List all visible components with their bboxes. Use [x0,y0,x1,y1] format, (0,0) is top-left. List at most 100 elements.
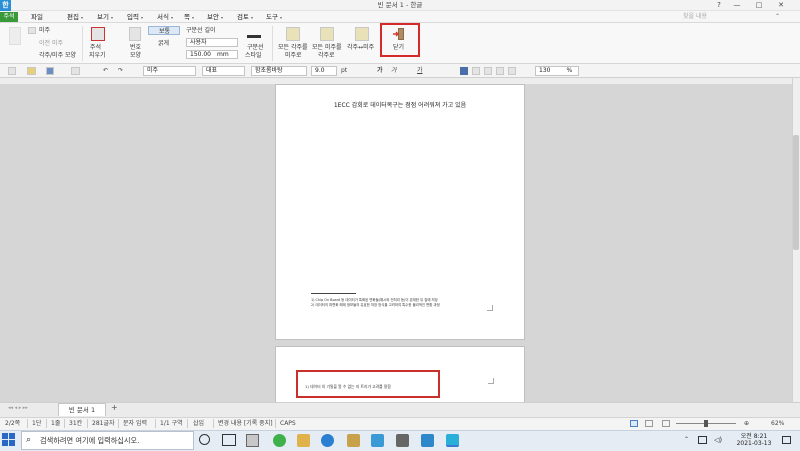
close-window-button[interactable]: ✕ [773,0,789,11]
add-tab-button[interactable]: + [111,403,118,412]
underline-button[interactable]: 가 [417,66,423,76]
delete-note-label[interactable]: 주석 [90,44,101,51]
menu-search-input[interactable]: 찾을 내용 [683,12,735,22]
all-endnotes-to-footnotes-button[interactable]: 모든 미주를 [312,44,342,51]
clock-date[interactable]: 2021-03-13 [731,440,777,447]
chevron-down-icon: ▾ [170,15,173,20]
ribbon-collapse-icon[interactable]: ⌃ [775,12,780,22]
zoom-percentage[interactable]: 62% [771,417,784,430]
redo-icon[interactable]: ↷ [118,66,123,76]
save-icon[interactable] [46,67,54,75]
status-insert-mode[interactable]: 삽입 [193,417,204,430]
status-line: 1줄 [51,420,61,427]
bold-line-option[interactable]: 굵게 [158,40,169,47]
align-distribute-icon[interactable] [508,67,516,75]
all-footnotes-to-endnotes-button[interactable]: 모든 각주를 [278,44,308,51]
menu-format[interactable]: 서식 ▾ [157,11,173,23]
font-size-unit[interactable]: pt [341,66,347,76]
undo-icon[interactable]: ↶ [103,66,108,76]
chevron-down-icon: ▾ [279,15,282,20]
separator-size-input[interactable]: 150.00 mm [186,50,238,59]
menu-security[interactable]: 보안 ▾ [207,11,223,23]
endnote-icon [28,27,36,34]
delete-note-label-2[interactable]: 지우기 [89,52,106,59]
app-icon-3[interactable] [371,434,384,447]
font-size-input[interactable]: 9.0 [311,66,337,76]
menu-edit[interactable]: 편집 ▾ [67,11,83,23]
app-icon-4[interactable] [421,434,434,447]
tab-nav-arrows-icon[interactable]: ◂◂ ◂ ▸ ▸▸ [8,405,28,411]
align-right-icon[interactable] [484,67,492,75]
chrome-icon[interactable] [273,434,286,447]
italic-button[interactable]: 가 [391,66,397,76]
swap-footnote-endnote-button[interactable]: 각주↔미주 [347,44,374,51]
font-select[interactable]: 함초롬바탕 [251,66,307,76]
menu-tools[interactable]: 도구 ▾ [266,11,282,23]
page2-endnote[interactable]: 1) 데이터 의 기밀을 알 수 없는 지 트리가 고려를 말함 [305,384,391,390]
clock-time[interactable]: 오전 8:21 [737,431,771,440]
hancom-taskbar-icon[interactable] [446,434,459,447]
note-shape-button[interactable]: 각주/미주 모양 [39,52,76,59]
align-left-icon[interactable] [472,67,480,75]
all-footnotes-to-endnotes-label[interactable]: 미주로 [285,52,302,59]
endnote-button[interactable]: 미주 [39,27,50,34]
bold-button[interactable]: 가 [377,66,383,76]
status-input-mode[interactable]: 문자 입력 [123,417,147,430]
separator-style-label[interactable]: 구분선 [247,44,264,51]
fullscreen-view-icon[interactable] [662,420,670,427]
status-page[interactable]: 2/2쪽 [5,417,20,430]
help-icon[interactable]: ? [711,0,727,11]
menu-file[interactable]: 파일 [31,11,43,23]
menu-review[interactable]: 검토 ▾ [237,11,253,23]
delete-note-icon [91,27,105,41]
align-justify-icon[interactable] [460,67,468,75]
number-shape-label[interactable]: 번호 [130,44,141,51]
normal-view-icon[interactable] [630,420,638,427]
footnote-to-endnote-icon [286,27,300,41]
print-icon[interactable] [71,67,80,75]
app-icon-1[interactable] [246,434,259,447]
footnote-2[interactable]: 2) 데이터의 파편화 해제 정보들의 유효한 저장 방식을 고려하여 특수한 … [311,302,440,307]
zoom-slider-handle[interactable] [704,420,708,427]
status-section: 1단 [32,420,42,427]
menu-insert[interactable]: 입력 ▾ [127,11,143,23]
cortana-icon[interactable] [199,434,210,445]
file-explorer-icon[interactable] [297,434,310,447]
number-shape-label-2[interactable]: 모양 [130,52,141,59]
maximize-button[interactable]: □ [751,0,767,11]
annotation-badge[interactable]: 주석 [0,12,18,22]
status-track-changes[interactable]: 변경 내용 [기록 중지] [218,417,273,430]
open-folder-icon[interactable] [27,67,36,75]
separator-style-label-2[interactable]: 스타일 [245,52,262,59]
tray-arrow-icon[interactable]: ⌃ [684,436,689,443]
zoom-in-icon[interactable]: ⊕ [744,417,749,430]
web-view-icon[interactable] [645,420,653,427]
app-icon-2[interactable] [347,434,360,447]
align-center-icon[interactable] [496,67,504,75]
prev-endnote-button[interactable]: 이전 미주 [39,40,63,47]
scrollbar-thumb[interactable] [793,135,799,250]
task-view-icon[interactable] [222,434,236,446]
menu-page[interactable]: 쪽 ▾ [184,11,194,23]
language-select[interactable]: 대표 [202,66,245,76]
zoom-select[interactable]: 130% [535,66,579,76]
edge-icon[interactable] [321,434,334,447]
taskbar-search-input[interactable]: 검색하려면 여기에 입력하십시오. [21,431,194,450]
tab-document-1[interactable]: 빈 문서 1 [58,403,106,416]
status-divider [46,419,47,428]
separator-length-select[interactable]: 사용자 [186,38,238,47]
network-icon[interactable] [698,436,707,444]
all-endnotes-to-footnotes-label[interactable]: 각주로 [318,52,335,59]
exit-door-icon [393,28,404,40]
windows-start-icon[interactable] [2,433,16,447]
minimize-button[interactable]: — [729,0,745,11]
swap-notes-icon [355,27,369,41]
notification-icon[interactable] [782,436,791,444]
status-divider [275,419,276,428]
calculator-icon[interactable] [396,434,409,447]
new-doc-icon[interactable] [8,67,16,75]
style-select[interactable]: 미주 [143,66,196,76]
volume-icon[interactable]: ◁) [714,436,722,444]
menu-view[interactable]: 보기 ▾ [97,11,113,23]
normal-line-option[interactable]: 보통 [148,26,180,35]
